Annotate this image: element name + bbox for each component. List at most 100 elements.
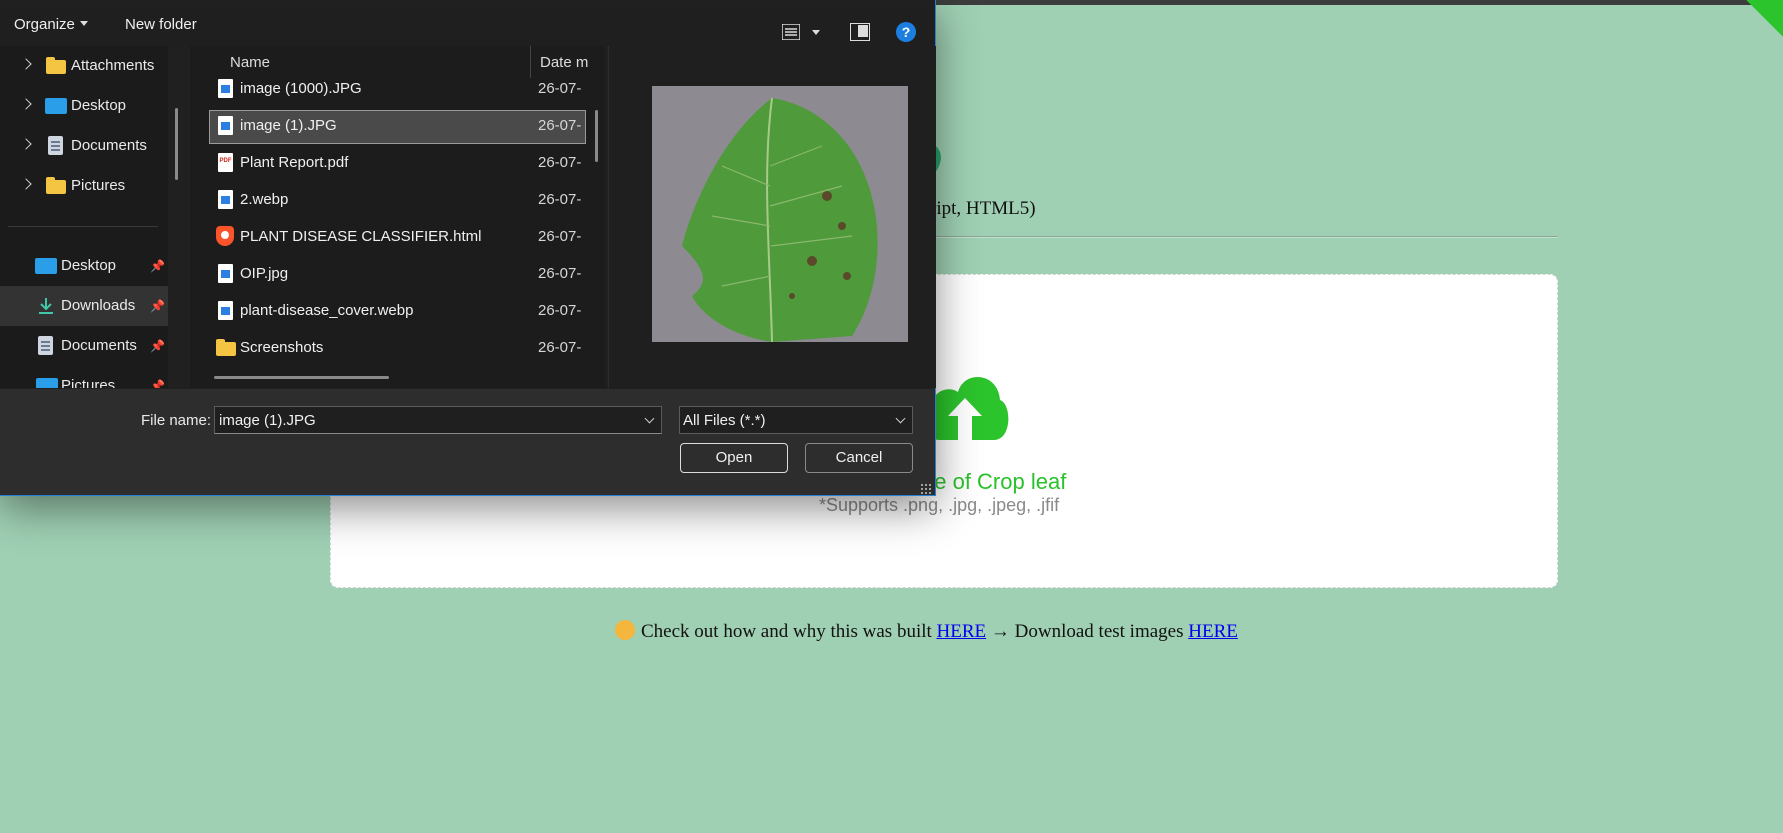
- footer-text-before: Check out how and why this was built: [641, 621, 932, 642]
- chevron-right-icon[interactable]: [20, 138, 32, 150]
- file-name: image (1000).JPG: [240, 80, 362, 97]
- new-folder-button[interactable]: New folder: [125, 16, 197, 33]
- nav-scrollbar[interactable]: [175, 108, 178, 180]
- view-options-chevron-icon[interactable]: [812, 30, 820, 35]
- nav-tree-documents[interactable]: Documents: [0, 126, 168, 166]
- file-name: 2.webp: [240, 191, 289, 208]
- nav-tree-attachments[interactable]: Attachments: [0, 46, 168, 86]
- pin-icon: 📌: [150, 379, 165, 388]
- documents-icon: [48, 136, 63, 155]
- chevron-right-icon[interactable]: [20, 98, 32, 110]
- image-file-icon: [218, 190, 233, 209]
- file-name: Plant Report.pdf: [240, 154, 349, 171]
- file-date: 26-07-: [538, 191, 582, 208]
- nav-tree-label: Attachments: [71, 57, 155, 74]
- footer-links: Check out how and why this was built HER…: [615, 620, 1238, 643]
- quick-access-pictures[interactable]: Pictures 📌: [0, 366, 168, 388]
- folder-icon: [46, 57, 66, 74]
- dialog-toolbar: Organize New folder ?: [0, 6, 935, 46]
- file-row-selected[interactable]: image (1).JPG 26-07-: [209, 110, 586, 144]
- folder-icon: [46, 177, 66, 194]
- file-row[interactable]: plant-disease_cover.webp 26-07-: [210, 296, 585, 328]
- view-options-icon[interactable]: [782, 24, 800, 40]
- file-name: image (1).JPG: [240, 117, 337, 134]
- nav-tree-label: Documents: [71, 137, 147, 154]
- desktop-icon: [45, 98, 67, 114]
- footer-text-middle: → Download test images: [986, 621, 1189, 642]
- documents-icon: [38, 336, 53, 355]
- file-type-value: All Files (*.*): [683, 412, 766, 429]
- file-date: 26-07-: [538, 154, 582, 171]
- file-row[interactable]: image (1000).JPG 26-07-: [210, 74, 585, 106]
- download-test-images-link[interactable]: HERE: [1188, 621, 1238, 642]
- file-date: 26-07-: [538, 228, 582, 245]
- nav-tree-desktop[interactable]: Desktop: [0, 86, 168, 126]
- file-name: PLANT DISEASE CLASSIFIER.html: [240, 228, 482, 245]
- page-subtitle: ript, HTML5): [930, 198, 1036, 219]
- pin-icon: 📌: [150, 339, 165, 353]
- upload-title: ge of Crop leaf: [922, 469, 1067, 494]
- chevron-right-icon[interactable]: [20, 178, 32, 190]
- image-file-icon: [218, 301, 233, 320]
- pdf-file-icon: [218, 153, 233, 172]
- organize-label: Organize: [14, 16, 75, 33]
- image-file-icon: [218, 79, 233, 98]
- chevron-down-icon: [79, 21, 88, 26]
- corner-ribbon[interactable]: [1727, 0, 1783, 56]
- nav-separator: [8, 226, 158, 227]
- file-date: 26-07-: [538, 117, 582, 134]
- dialog-bottom-bar: File name: image (1).JPG All Files (*.*)…: [0, 389, 935, 495]
- quick-access-downloads[interactable]: Downloads 📌: [0, 286, 168, 326]
- file-date: 26-07-: [538, 265, 582, 282]
- file-type-select[interactable]: All Files (*.*): [679, 406, 913, 434]
- smiling-face-with-halo-icon: [615, 620, 635, 640]
- how-built-link[interactable]: HERE: [937, 621, 987, 642]
- chevron-down-icon[interactable]: [895, 413, 906, 424]
- quick-access-label: Desktop: [61, 257, 117, 274]
- preview-pane: [608, 46, 936, 388]
- organize-menu-button[interactable]: Organize: [14, 16, 88, 33]
- cancel-button[interactable]: Cancel: [805, 443, 913, 473]
- image-file-icon: [218, 116, 233, 135]
- folder-icon: [216, 339, 236, 356]
- help-icon[interactable]: ?: [896, 22, 916, 42]
- file-open-dialog: Organize New folder ? Attachments Deskto…: [0, 0, 936, 496]
- pictures-icon: [36, 378, 58, 388]
- preview-pane-toggle-icon[interactable]: [850, 23, 870, 41]
- quick-access-label: Documents: [61, 337, 137, 354]
- file-list-vertical-scrollbar[interactable]: [595, 110, 598, 162]
- file-name-input[interactable]: image (1).JPG: [214, 406, 662, 434]
- resize-grip-icon[interactable]: [920, 483, 932, 495]
- download-icon: [39, 298, 53, 314]
- file-date: 26-07-: [538, 80, 582, 97]
- chevron-down-icon[interactable]: [644, 413, 655, 424]
- file-name: plant-disease_cover.webp: [240, 302, 414, 319]
- leaf-preview-image: [652, 86, 908, 342]
- file-name-label: File name:: [141, 412, 212, 429]
- nav-tree-label: Pictures: [71, 177, 126, 194]
- file-row[interactable]: 2.webp 26-07-: [210, 185, 585, 217]
- quick-access-label: Downloads: [61, 297, 136, 314]
- quick-access-label: Pictures: [61, 377, 116, 388]
- file-row[interactable]: Screenshots 26-07-: [210, 333, 585, 365]
- file-date: 26-07-: [538, 339, 582, 356]
- navigation-pane: Attachments Desktop Documents Pictures D…: [0, 46, 168, 388]
- upload-supported-formats: *Supports .png, .jpg, .jpeg, .jfif: [819, 495, 1060, 515]
- pin-icon: 📌: [150, 259, 165, 273]
- nav-tree-label: Desktop: [71, 97, 127, 114]
- file-date: 26-07-: [538, 302, 582, 319]
- file-name: OIP.jpg: [240, 265, 289, 282]
- file-name-value: image (1).JPG: [219, 412, 316, 429]
- image-file-icon: [218, 264, 233, 283]
- file-row[interactable]: OIP.jpg 26-07-: [210, 259, 585, 291]
- pin-icon: 📌: [150, 299, 165, 313]
- file-list: Name Date m image (1000).JPG 26-07- imag…: [190, 46, 605, 388]
- file-row[interactable]: PLANT DISEASE CLASSIFIER.html 26-07-: [210, 222, 585, 254]
- open-button[interactable]: Open: [680, 443, 788, 473]
- chevron-right-icon[interactable]: [20, 58, 32, 70]
- quick-access-desktop[interactable]: Desktop 📌: [0, 246, 168, 286]
- file-list-horizontal-scrollbar[interactable]: [214, 376, 389, 379]
- nav-tree-pictures[interactable]: Pictures: [0, 166, 168, 206]
- quick-access-documents[interactable]: Documents 📌: [0, 326, 168, 366]
- file-row[interactable]: Plant Report.pdf 26-07-: [210, 148, 585, 180]
